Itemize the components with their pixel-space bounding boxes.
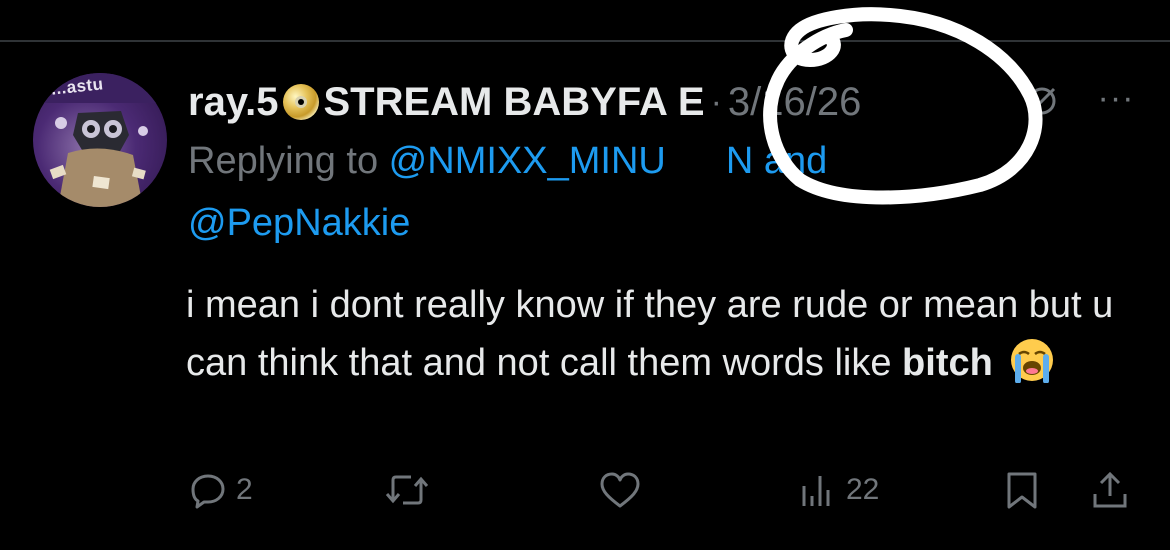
separator: · xyxy=(710,83,722,121)
loudly-crying-face-emoji xyxy=(1011,339,1054,383)
share-icon xyxy=(1093,471,1127,508)
like-icon xyxy=(600,472,640,508)
avatar[interactable]: ...astu xyxy=(33,73,167,207)
bookmark-icon xyxy=(1007,472,1037,509)
mention-pepnakkie[interactable]: @PepNakkie xyxy=(188,202,410,244)
replying-and: and xyxy=(753,140,828,182)
like-button[interactable] xyxy=(598,470,642,510)
tweet-screen: ...astu ray.5 STREAM BABYFA E · 3/16/26 xyxy=(0,0,1170,550)
retweet-icon xyxy=(385,475,429,505)
reply-button[interactable]: 2 xyxy=(188,470,253,510)
tweet-header: ray.5 STREAM BABYFA E · 3/16/26 xyxy=(188,77,861,127)
grok-icon[interactable] xyxy=(1024,83,1060,119)
reply-count: 2 xyxy=(236,473,253,506)
display-name[interactable]: ray.5 xyxy=(188,77,278,127)
views-button[interactable]: 22 xyxy=(798,470,879,510)
reply-icon xyxy=(191,474,225,509)
display-name-prefix: ray.5 xyxy=(188,80,279,124)
share-button[interactable] xyxy=(1090,470,1130,510)
display-name-suffix[interactable]: STREAM BABYFA xyxy=(323,77,667,127)
mention-nmixx-minun-tail[interactable]: N xyxy=(726,140,753,182)
display-name-tail: E xyxy=(677,80,705,124)
divider xyxy=(0,40,1170,42)
retweet-button[interactable] xyxy=(385,470,429,510)
more-icon[interactable]: ··· xyxy=(1092,81,1140,119)
mention-nmixx-minun[interactable]: @NMIXX_MINU xyxy=(389,140,666,182)
views-count: 22 xyxy=(846,473,880,506)
bookmark-button[interactable] xyxy=(1002,470,1042,510)
views-icon xyxy=(802,476,830,506)
timestamp[interactable]: 3/16/26 xyxy=(728,77,861,127)
tweet-text: i mean i dont really know if they are ru… xyxy=(186,276,1146,392)
replying-to-line-2: @PepNakkie xyxy=(188,199,410,247)
cd-icon xyxy=(283,84,320,120)
replying-prefix: Replying to xyxy=(188,140,389,182)
replying-to-line: Replying to @NMIXX_MINU N and xyxy=(188,137,827,185)
tweet-text-bold: bitch xyxy=(902,342,993,384)
